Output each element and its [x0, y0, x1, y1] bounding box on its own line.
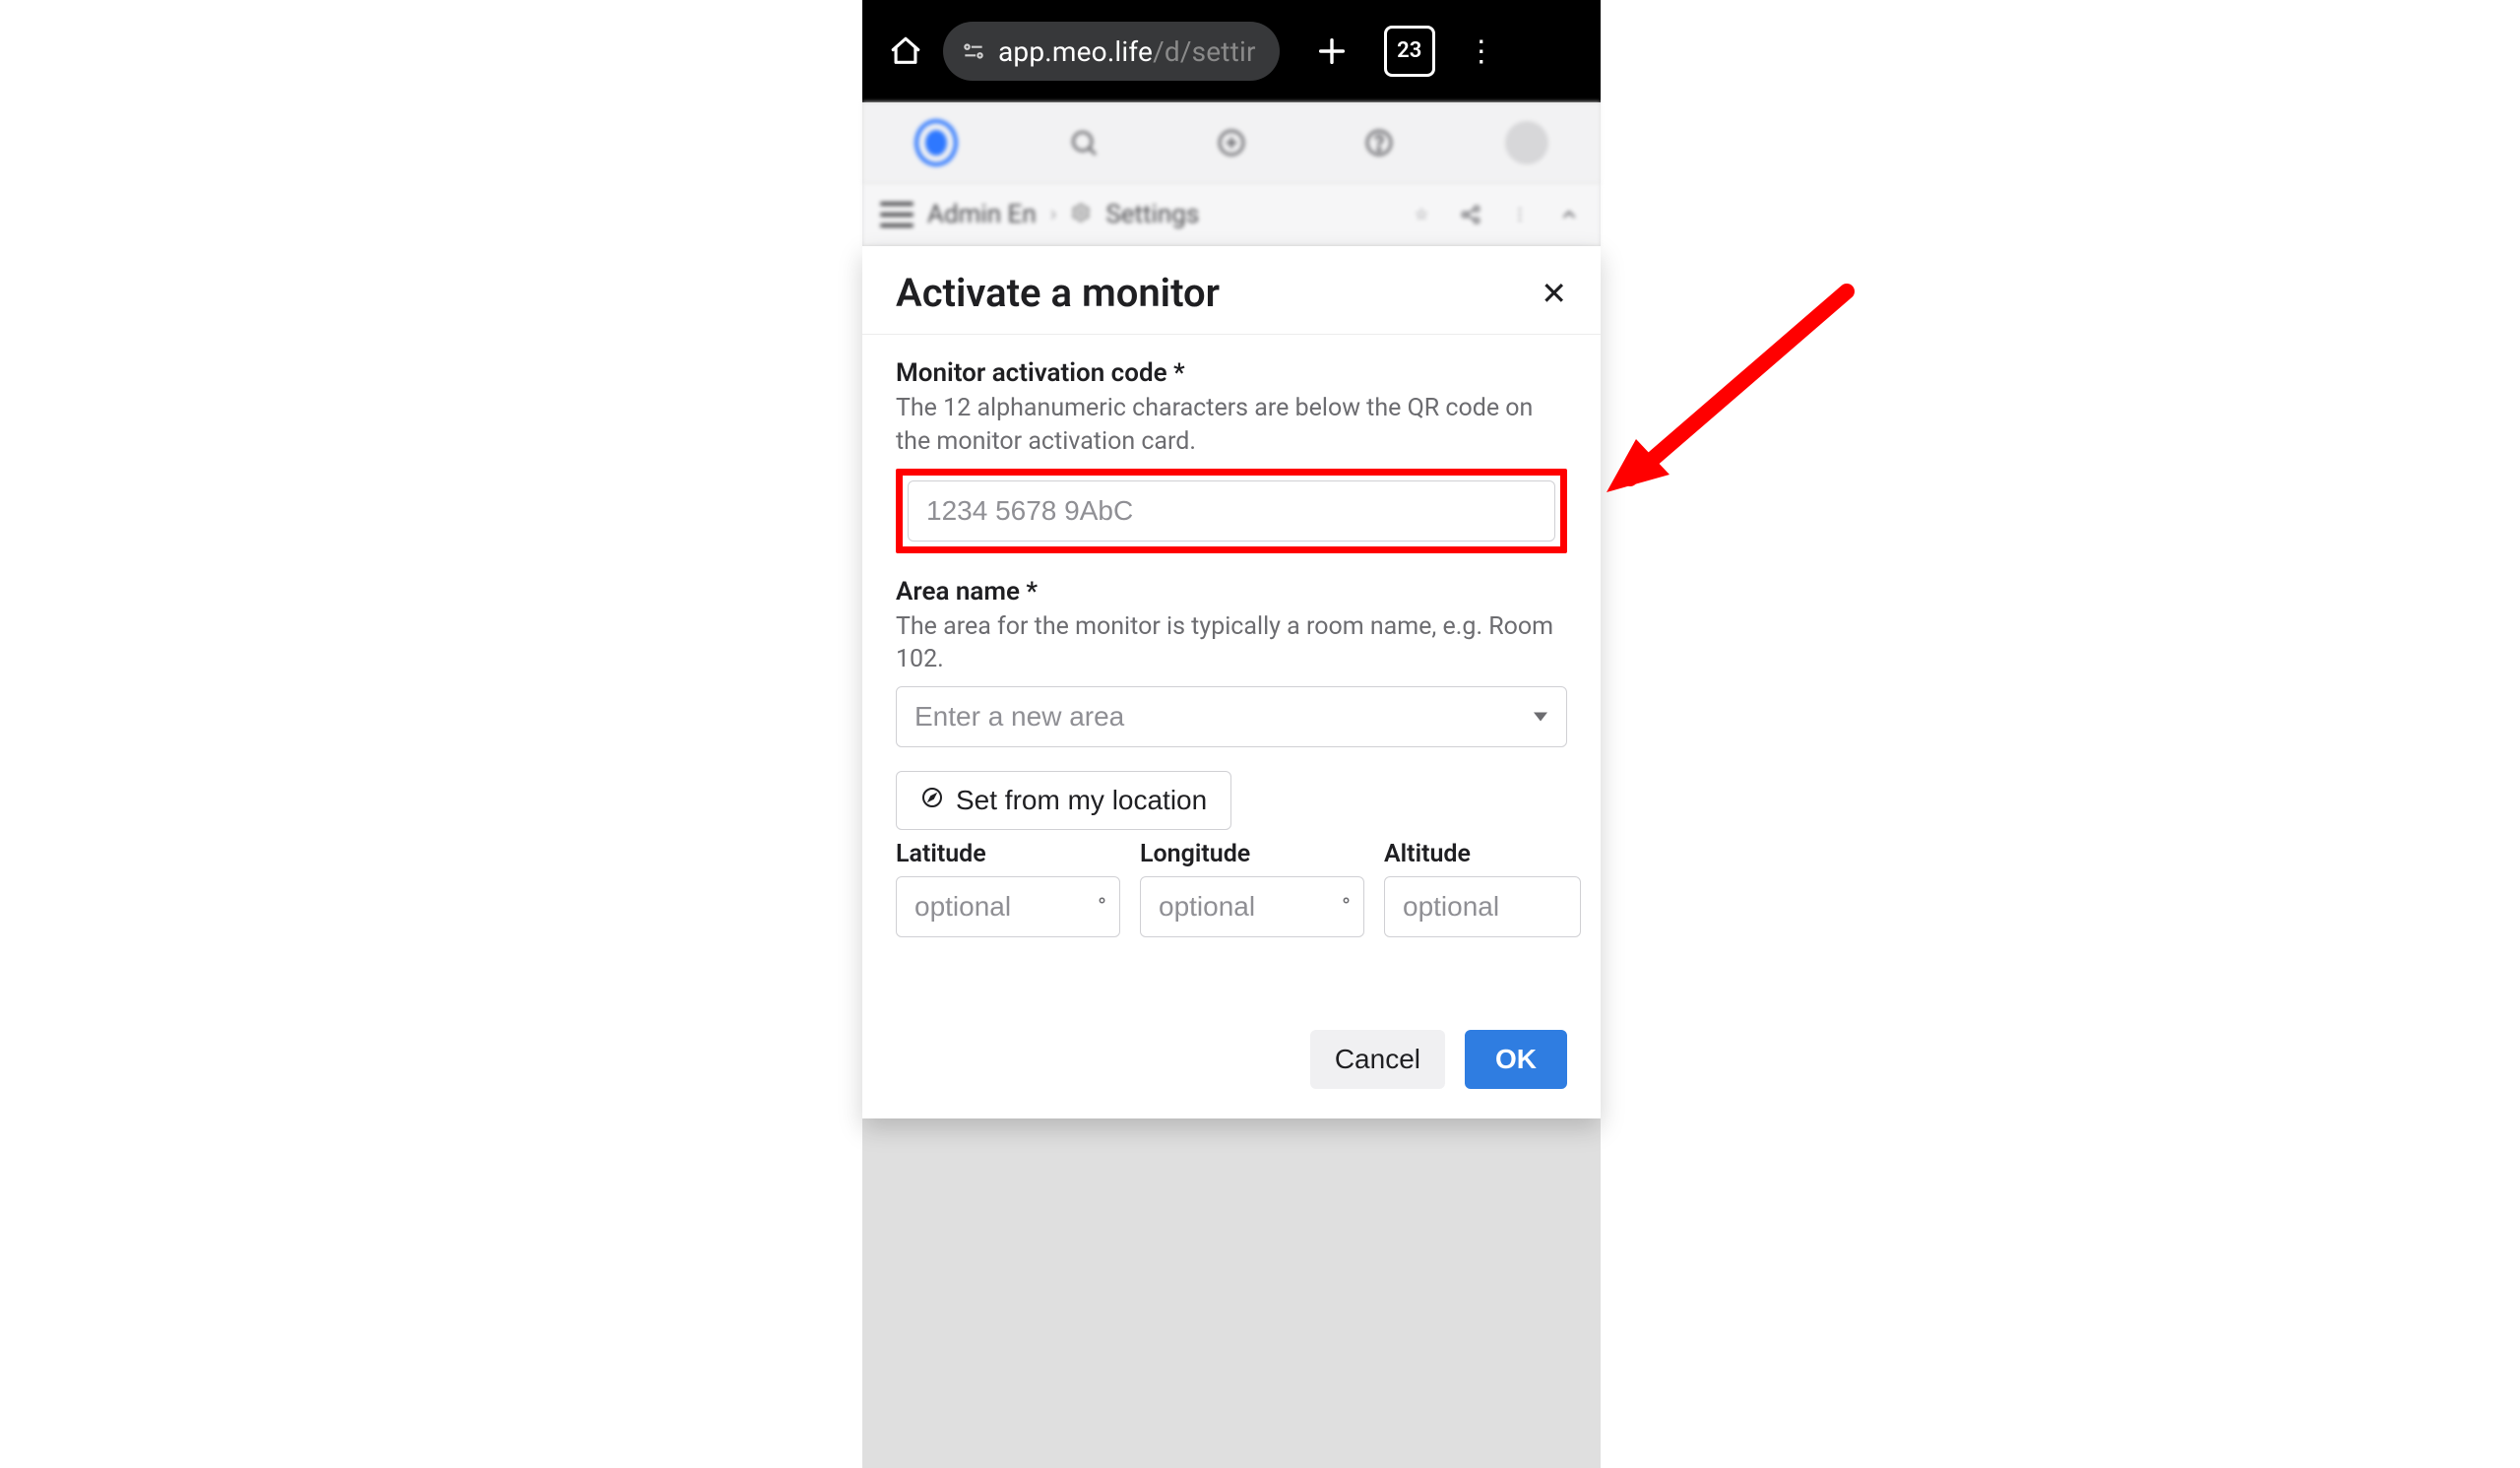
annotation-arrow [1601, 282, 1857, 498]
field-help: The area for the monitor is typically a … [896, 610, 1567, 677]
breadcrumb-bar: Admin En › Settings ☆ ⋮ [862, 183, 1601, 246]
compass-icon [920, 785, 944, 816]
url-text: app.meo.life/d/settir [998, 35, 1256, 68]
avatar-icon[interactable] [1505, 121, 1548, 164]
hamburger-menu-icon[interactable] [880, 202, 914, 227]
new-tab-button[interactable] [1309, 29, 1354, 74]
button-label: Set from my location [956, 785, 1207, 816]
app-header [862, 102, 1601, 184]
coordinates-row: Latitude ° Longitude ° [896, 840, 1567, 937]
longitude-input[interactable] [1140, 876, 1364, 937]
longitude-label: Longitude [1140, 840, 1364, 868]
altitude-input[interactable] [1384, 876, 1581, 937]
field-help: The 12 alphanumeric characters are below… [896, 392, 1567, 459]
help-icon[interactable] [1357, 121, 1401, 164]
browser-overflow-menu[interactable]: ⋮ [1459, 29, 1504, 74]
breadcrumb-item[interactable]: Admin En [927, 200, 1037, 229]
area-name-select[interactable] [896, 686, 1567, 747]
browser-chrome: app.meo.life/d/settir 23 ⋮ [862, 0, 1601, 102]
degree-unit: ° [1342, 893, 1351, 921]
modal-title: Activate a monitor [896, 270, 1220, 316]
overflow-icon[interactable]: ⋮ [1506, 201, 1534, 228]
tab-count: 23 [1397, 40, 1421, 62]
breadcrumb-item[interactable]: Settings [1105, 200, 1199, 229]
close-icon[interactable]: ✕ [1541, 278, 1567, 309]
url-bar[interactable]: app.meo.life/d/settir [943, 22, 1280, 81]
cancel-button[interactable]: Cancel [1310, 1030, 1445, 1089]
area-name-field: Area name * The area for the monitor is … [896, 577, 1567, 748]
star-icon[interactable]: ☆ [1408, 201, 1435, 228]
ok-button[interactable]: OK [1465, 1030, 1567, 1089]
app-logo-icon[interactable] [914, 121, 958, 164]
field-label: Monitor activation code * [896, 358, 1567, 388]
activation-code-input[interactable] [908, 480, 1555, 542]
latitude-input[interactable] [896, 876, 1120, 937]
modal-footer: Cancel OK [862, 971, 1601, 1118]
site-settings-icon [961, 38, 986, 64]
tab-switcher-button[interactable]: 23 [1384, 26, 1435, 77]
field-label: Area name * [896, 577, 1567, 606]
degree-unit: ° [1098, 893, 1106, 921]
breadcrumb-separator: › [1050, 202, 1057, 226]
annotation-highlight [896, 469, 1567, 553]
activation-code-field: Monitor activation code * The 12 alphanu… [896, 358, 1567, 553]
latitude-label: Latitude [896, 840, 1120, 868]
add-icon[interactable] [1210, 121, 1253, 164]
share-icon[interactable] [1457, 201, 1484, 228]
altitude-label: Altitude [1384, 840, 1581, 868]
gear-icon [1070, 202, 1092, 227]
mobile-browser-viewport: app.meo.life/d/settir 23 ⋮ [862, 0, 1601, 1468]
chevron-up-icon[interactable] [1555, 201, 1583, 228]
search-icon[interactable] [1062, 121, 1105, 164]
browser-home-button[interactable] [886, 32, 925, 71]
set-from-location-button[interactable]: Set from my location [896, 771, 1231, 830]
activate-monitor-modal: Activate a monitor ✕ Monitor activation … [862, 246, 1601, 1118]
